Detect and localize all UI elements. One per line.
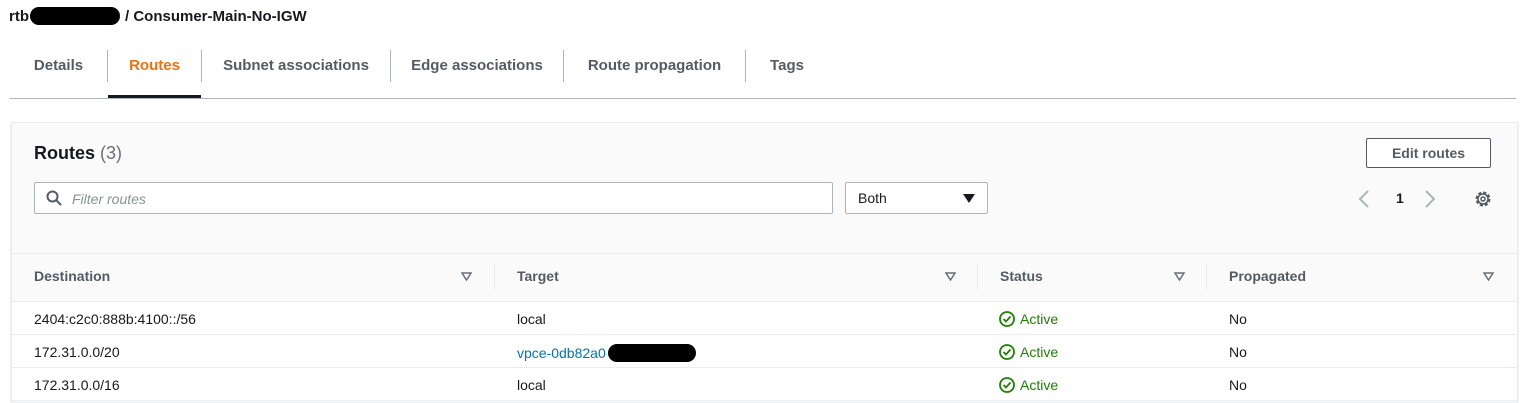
tab-route-propagation[interactable]: Route propagation — [564, 46, 745, 97]
route-propagated: No — [1229, 377, 1247, 393]
table-row[interactable]: 172.31.0.0/16 local Active No — [12, 368, 1517, 401]
column-separator[interactable] — [977, 264, 978, 290]
sort-icon[interactable] — [1174, 272, 1185, 281]
page-number[interactable]: 1 — [1396, 190, 1404, 206]
filter-routes-input[interactable] — [70, 187, 814, 211]
route-status-text: Active — [1020, 377, 1059, 393]
column-separator[interactable] — [1206, 264, 1207, 290]
route-status-text: Active — [1020, 311, 1059, 327]
redacted-id — [607, 344, 696, 362]
page-header: rtb / Consumer-Main-No-IGW — [9, 6, 307, 26]
tab-subnet-associations[interactable]: Subnet associations — [202, 46, 390, 97]
redacted-id — [30, 7, 120, 25]
route-destination: 2404:c2c0:888b:4100::/56 — [34, 311, 196, 327]
route-status: Active — [999, 311, 1058, 327]
route-table-id-prefix: rtb — [9, 7, 29, 25]
edit-routes-button[interactable]: Edit routes — [1366, 138, 1491, 168]
routes-count: (3) — [100, 143, 123, 163]
table-row[interactable]: 172.31.0.0/20 vpce-0db82a0 Active No — [12, 335, 1517, 368]
chevron-left-icon[interactable] — [1358, 189, 1370, 209]
route-status-text: Active — [1020, 344, 1059, 360]
route-status: Active — [999, 377, 1058, 393]
sort-icon[interactable] — [945, 272, 956, 281]
column-header-status[interactable]: Status — [1000, 268, 1043, 284]
routes-table: Destination Target Status Propagated 240… — [12, 253, 1517, 401]
sort-icon[interactable] — [1483, 272, 1494, 281]
caret-down-icon — [963, 194, 975, 203]
check-circle-icon — [999, 377, 1015, 393]
tab-edge-associations[interactable]: Edge associations — [391, 46, 563, 97]
route-target: local — [517, 377, 546, 393]
panel-title-text: Routes — [34, 143, 96, 163]
route-propagated: No — [1229, 311, 1247, 327]
panel-title: Routes (3) — [34, 143, 122, 164]
route-type-select-value: Both — [858, 190, 887, 206]
route-type-select[interactable]: Both — [845, 182, 988, 214]
check-circle-icon — [999, 344, 1015, 360]
chevron-right-icon[interactable] — [1424, 189, 1436, 209]
search-icon — [46, 190, 62, 206]
route-target-cell: vpce-0db82a0 — [517, 344, 696, 362]
column-separator[interactable] — [494, 264, 495, 290]
tab-bar: Details Routes Subnet associations Edge … — [10, 46, 1516, 99]
filter-box — [34, 182, 833, 214]
tab-tags[interactable]: Tags — [746, 46, 828, 97]
column-header-propagated[interactable]: Propagated — [1229, 268, 1306, 284]
table-header: Destination Target Status Propagated — [12, 254, 1517, 302]
route-status: Active — [999, 344, 1058, 360]
route-target-link[interactable]: vpce-0db82a0 — [517, 345, 606, 361]
route-propagated: No — [1229, 344, 1247, 360]
route-destination: 172.31.0.0/16 — [34, 377, 120, 393]
column-header-target[interactable]: Target — [517, 268, 559, 284]
gear-icon[interactable] — [1473, 189, 1493, 209]
route-destination: 172.31.0.0/20 — [34, 344, 120, 360]
tab-details[interactable]: Details — [10, 46, 107, 97]
page-title: / Consumer-Main-No-IGW — [125, 7, 307, 25]
tab-routes[interactable]: Routes — [108, 46, 201, 98]
route-target: local — [517, 311, 546, 327]
sort-icon[interactable] — [461, 272, 472, 281]
table-row[interactable]: 2404:c2c0:888b:4100::/56 local Active No — [12, 302, 1517, 335]
routes-panel: Routes (3) Edit routes Both 1 Destinatio… — [11, 122, 1518, 403]
check-circle-icon — [999, 311, 1015, 327]
column-header-destination[interactable]: Destination — [34, 268, 110, 284]
